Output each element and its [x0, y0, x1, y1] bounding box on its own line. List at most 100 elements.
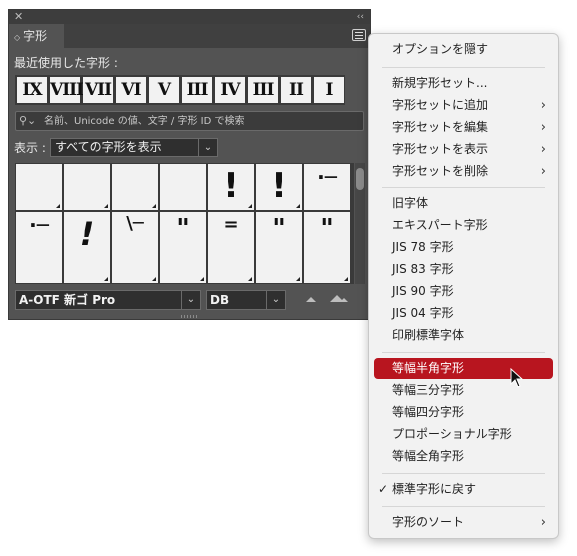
panel-menu-button[interactable]	[352, 29, 366, 41]
font-style-value: DB	[210, 293, 230, 307]
menu-item-label: 字形のソート	[392, 515, 465, 529]
recent-glyphs-strip: IX VIII VII VI V III IV III II I	[15, 75, 345, 105]
glyph-cell[interactable]	[64, 164, 110, 210]
menu-item-add-to-glyph-set[interactable]: 字形セットに追加 ›	[374, 95, 553, 116]
menu-item-label: JIS 83 字形	[392, 262, 454, 276]
menu-item-sort-glyphs[interactable]: 字形のソート ›	[374, 512, 553, 533]
recent-glyph[interactable]: V	[149, 77, 179, 103]
menu-item-label: プロポーショナル字形	[392, 427, 512, 441]
glyph-cell[interactable]	[112, 164, 158, 210]
recent-glyph[interactable]: VI	[116, 77, 146, 103]
zoom-in-icon[interactable]	[329, 293, 349, 303]
menu-item-half-width[interactable]: 等幅半角字形	[374, 358, 553, 379]
menu-item-quarter-width[interactable]: 等幅四分字形	[374, 402, 553, 423]
glyph	[160, 164, 206, 210]
menu-item-jis04[interactable]: JIS 04 字形	[374, 303, 553, 324]
close-icon[interactable]: ✕	[14, 10, 23, 24]
glyph-cell[interactable]: !	[208, 164, 254, 210]
menu-item-hide-options[interactable]: オプションを隠す	[374, 39, 553, 60]
glyph: ·─	[317, 165, 337, 189]
menu-item-view-glyph-set[interactable]: 字形セットを表示 ›	[374, 139, 553, 160]
menu-item-jis90[interactable]: JIS 90 字形	[374, 281, 553, 302]
alternates-indicator	[296, 277, 300, 281]
menu-item-label: JIS 04 字形	[392, 306, 454, 320]
search-input[interactable]	[44, 113, 359, 129]
glyph-cell[interactable]: \─	[112, 212, 158, 283]
menu-item-jis78[interactable]: JIS 78 字形	[374, 237, 553, 258]
menu-item-revert-default[interactable]: ✓ 標準字形に戻す	[374, 479, 553, 500]
chevron-down-icon: ⌄	[266, 291, 285, 309]
menu-item-full-width[interactable]: 等幅全角字形	[374, 446, 553, 467]
menu-item-traditional-forms[interactable]: 旧字体	[374, 193, 553, 214]
collapse-icon[interactable]: ‹‹	[357, 10, 364, 24]
glyph: "	[320, 214, 334, 244]
chevron-down-icon: ⌄	[181, 291, 200, 309]
checkmark-icon: ✓	[378, 482, 389, 496]
menu-item-delete-glyph-set[interactable]: 字形セットを削除 ›	[374, 161, 553, 182]
zoom-out-icon[interactable]	[305, 295, 317, 303]
menu-item-new-glyph-set[interactable]: 新規字形セット...	[374, 73, 553, 94]
glyph: =	[223, 214, 239, 235]
menu-item-jis83[interactable]: JIS 83 字形	[374, 259, 553, 280]
menu-item-edit-glyph-set[interactable]: 字形セットを編集 ›	[374, 117, 553, 138]
tab-toggle-icon[interactable]: ◇	[14, 33, 20, 42]
recent-glyph[interactable]: IX	[17, 77, 47, 103]
tab-glyphs[interactable]: ◇ 字形	[9, 24, 64, 48]
panel-titlebar[interactable]: ✕ ‹‹	[9, 10, 370, 24]
menu-item-expert-forms[interactable]: エキスパート字形	[374, 215, 553, 236]
glyph-cell[interactable]	[160, 164, 206, 210]
alternates-indicator	[104, 204, 108, 208]
recent-glyph[interactable]: VIII	[50, 77, 84, 103]
recent-glyph[interactable]: II	[281, 77, 311, 103]
glyph: "	[272, 214, 286, 244]
submenu-arrow-icon: ›	[540, 120, 546, 135]
recent-glyph[interactable]: III	[182, 77, 212, 103]
search-icon[interactable]: ⚲⌄	[19, 114, 36, 128]
menu-item-label: JIS 90 字形	[392, 284, 454, 298]
font-family-select[interactable]: A-OTF 新ゴ Pro ⌄	[15, 290, 201, 310]
recent-glyphs-label: 最近使用した字形 :	[14, 56, 118, 70]
glyph: \─	[126, 213, 144, 234]
menu-separator	[382, 506, 545, 507]
font-style-select[interactable]: DB ⌄	[206, 290, 286, 310]
glyph-cell[interactable]: ·─	[304, 164, 350, 210]
alternates-indicator	[248, 204, 252, 208]
menu-item-label: 旧字体	[392, 196, 429, 210]
show-select[interactable]: すべての字形を表示 ⌄	[50, 138, 218, 157]
glyph-cell[interactable]: =	[208, 212, 254, 283]
glyph: !	[79, 215, 95, 253]
menu-separator	[382, 352, 545, 353]
menu-item-print-standard[interactable]: 印刷標準字体	[374, 325, 553, 346]
grid-scrollbar[interactable]	[355, 163, 365, 284]
glyph-cell[interactable]: ·─	[16, 212, 62, 283]
menu-separator	[382, 187, 545, 188]
menu-item-proportional[interactable]: プロポーショナル字形	[374, 424, 553, 445]
glyph-cell[interactable]: "	[304, 212, 350, 283]
glyph-cell[interactable]: "	[160, 212, 206, 283]
mouse-cursor-icon	[510, 368, 524, 388]
glyph-cell[interactable]	[16, 164, 62, 210]
glyph-cell[interactable]: "	[256, 212, 302, 283]
recent-glyph[interactable]: IV	[215, 77, 245, 103]
glyph-search: ⚲⌄	[15, 111, 364, 131]
recent-glyph[interactable]: VII	[83, 77, 113, 103]
menu-item-label: 字形セットを削除	[392, 164, 489, 178]
menu-item-third-width[interactable]: 等幅三分字形	[374, 380, 553, 401]
menu-item-label: 字形セットを表示	[392, 142, 489, 156]
scrollbar-thumb[interactable]	[356, 168, 364, 190]
submenu-arrow-icon: ›	[540, 98, 546, 113]
resize-grip[interactable]	[181, 315, 199, 318]
alternates-indicator	[200, 277, 204, 281]
alternates-indicator	[344, 277, 348, 281]
recent-glyph[interactable]: I	[314, 77, 344, 103]
alternates-indicator	[296, 204, 300, 208]
menu-item-label: 等幅全角字形	[392, 449, 465, 463]
menu-item-label: 印刷標準字体	[392, 328, 465, 342]
glyph-cell[interactable]: !	[64, 212, 110, 283]
recent-glyph[interactable]: III	[248, 77, 278, 103]
glyph: ·─	[29, 213, 49, 237]
glyph-cell[interactable]: !	[256, 164, 302, 210]
submenu-arrow-icon: ›	[540, 164, 546, 179]
panel-tab-row: ◇ 字形	[9, 24, 370, 48]
menu-item-label: 等幅三分字形	[392, 383, 465, 397]
